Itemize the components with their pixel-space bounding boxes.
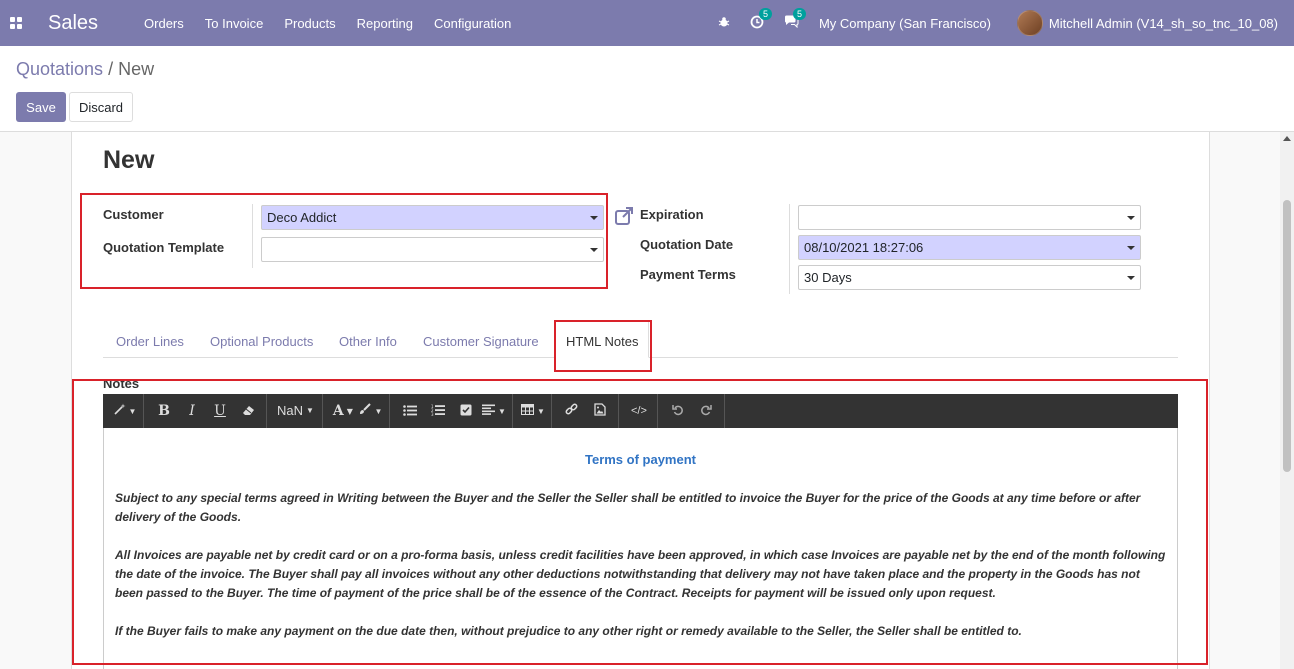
field-separator — [789, 204, 790, 294]
menu-products[interactable]: Products — [284, 16, 335, 31]
apps-menu-icon[interactable] — [0, 0, 32, 46]
record-title: New — [103, 146, 155, 174]
user-menu[interactable]: Mitchell Admin (V14_sh_so_tnc_10_08) — [1049, 16, 1278, 31]
menu-reporting[interactable]: Reporting — [357, 16, 413, 31]
user-avatar[interactable] — [1016, 10, 1043, 36]
activity-icon[interactable]: 5 — [750, 7, 772, 32]
breadcrumb-quotations[interactable]: Quotations — [16, 59, 103, 79]
scroll-thumb[interactable] — [1283, 200, 1291, 472]
quotation-date-label: Quotation Date — [640, 237, 734, 252]
debug-icon[interactable] — [718, 16, 730, 31]
payment-terms-value: 30 Days — [804, 270, 852, 285]
external-link-icon[interactable] — [615, 207, 635, 228]
form-content: New Customer Quotation Template Deco Add… — [0, 132, 1280, 669]
highlight-box-notes-editor — [72, 379, 1208, 665]
messages-icon[interactable]: 5 — [784, 8, 806, 31]
menu-to-invoice[interactable]: To Invoice — [205, 16, 264, 31]
scroll-up-icon[interactable] — [1283, 136, 1291, 141]
control-panel: Quotations / New Save Discard — [0, 46, 1294, 132]
breadcrumb: Quotations / New — [16, 59, 154, 80]
breadcrumb-current: New — [118, 59, 155, 79]
highlight-box-customer — [80, 193, 608, 289]
message-count-badge: 5 — [792, 8, 806, 20]
top-navbar: Sales Orders To Invoice Products Reporti… — [0, 0, 1294, 46]
menu-orders[interactable]: Orders — [144, 16, 184, 31]
tab-customer-signature[interactable]: Customer Signature — [423, 321, 539, 358]
quotation-date-field[interactable]: 08/10/2021 18:27:06 — [798, 235, 1141, 260]
company-switcher[interactable]: My Company (San Francisco) — [819, 16, 991, 31]
expiration-label: Expiration — [640, 207, 704, 222]
expiration-field[interactable] — [798, 205, 1141, 230]
chevron-down-icon[interactable] — [1127, 276, 1135, 280]
tab-optional-products[interactable]: Optional Products — [210, 321, 313, 358]
page-scrollbar[interactable] — [1280, 132, 1294, 669]
chevron-down-icon[interactable] — [1127, 246, 1135, 250]
tab-order-lines[interactable]: Order Lines — [116, 321, 184, 358]
activity-count-badge: 5 — [758, 7, 772, 20]
quotation-date-value: 08/10/2021 18:27:06 — [804, 240, 924, 255]
breadcrumb-separator: / — [108, 59, 114, 79]
app-brand[interactable]: Sales — [48, 12, 98, 35]
payment-terms-label: Payment Terms — [640, 267, 736, 282]
tab-other-info[interactable]: Other Info — [339, 321, 397, 358]
menu-configuration[interactable]: Configuration — [434, 16, 511, 31]
discard-button[interactable]: Discard — [69, 92, 133, 122]
save-button[interactable]: Save — [16, 92, 66, 122]
chevron-down-icon[interactable] — [1127, 216, 1135, 220]
payment-terms-select[interactable]: 30 Days — [798, 265, 1141, 290]
highlight-box-html-notes-tab — [554, 320, 652, 372]
